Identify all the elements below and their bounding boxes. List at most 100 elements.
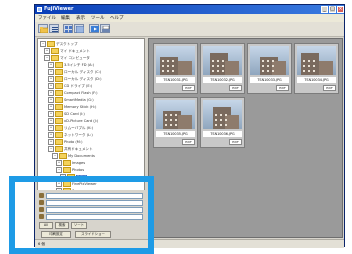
- folder-tree[interactable]: − デスクトップ + マイ ドキュメント − マイ コンピュータ +3.5インチ FD (A…: [37, 38, 145, 210]
- sort-button[interactable]: ソート: [71, 222, 87, 229]
- tree-item[interactable]: + リムーバブル (K:): [48, 125, 93, 131]
- expand-icon[interactable]: +: [48, 62, 54, 68]
- expand-icon[interactable]: −: [52, 153, 58, 159]
- maximize-button[interactable]: □: [329, 6, 336, 13]
- expand-icon[interactable]: +: [48, 118, 54, 124]
- photo-image: [250, 46, 289, 75]
- thumbnail-pane[interactable]: TSN10031.JPG EXIF TSN10032.JPG EXIF TSN10033…: [148, 38, 343, 238]
- tree-item[interactable]: + ローカル ディスク (C:): [48, 69, 101, 75]
- tree-item[interactable]: − デスクトップ: [40, 41, 78, 47]
- grid-icon[interactable]: [74, 24, 84, 33]
- print-icon[interactable]: [100, 24, 110, 33]
- field-row: [39, 207, 143, 213]
- title-bar: FujiViewer _ □ ×: [35, 5, 344, 14]
- slideshow-button[interactable]: スライドショー: [75, 231, 111, 238]
- close-button[interactable]: ×: [337, 6, 344, 13]
- tree-item[interactable]: + ローカル ディスク (D:): [48, 76, 102, 82]
- tree-item[interactable]: +3.5インチ FD (A:): [48, 62, 94, 68]
- expand-icon[interactable]: +: [48, 104, 54, 110]
- expand-icon[interactable]: −: [40, 41, 46, 47]
- expand-icon[interactable]: +: [48, 139, 54, 145]
- tree-item[interactable]: + マイ ドキュメント: [44, 48, 90, 54]
- tree-item-label: ローカル ディスク (D:): [64, 77, 102, 81]
- minimize-button[interactable]: _: [321, 6, 328, 13]
- expand-icon[interactable]: +: [48, 83, 54, 89]
- expand-icon[interactable]: +: [56, 160, 62, 166]
- status-text: 6 個: [38, 242, 46, 246]
- thumbnail-badge: EXIF: [229, 139, 242, 145]
- tree-item[interactable]: + SD Card (I:): [48, 111, 85, 117]
- search-button[interactable]: 検索: [55, 222, 69, 229]
- tree-item[interactable]: + ネットワーク (L:): [48, 132, 93, 138]
- thumbnail-filename: TSN10036.JPG: [203, 131, 242, 137]
- tree-item[interactable]: + Images: [56, 160, 85, 166]
- folder-icon: [55, 139, 63, 145]
- tree-item[interactable]: − マイ コンピュータ: [44, 55, 90, 61]
- expand-icon[interactable]: −: [56, 167, 62, 173]
- thumbnail-filename: TSN10033.JPG: [250, 77, 289, 83]
- tree-item[interactable]: + Compact Flash (F:): [48, 90, 98, 96]
- list-icon[interactable]: [49, 24, 59, 33]
- photo-thumbnail[interactable]: TSN10031.JPG EXIF: [153, 43, 198, 94]
- tag-icon: [39, 200, 44, 205]
- photo-thumbnail[interactable]: TSN10033.JPG EXIF: [247, 43, 292, 94]
- menu-view[interactable]: 表示: [76, 15, 85, 21]
- photo-thumbnail[interactable]: TSN10035.JPG EXIF: [153, 97, 198, 148]
- tree-item-label: SD Card (I:): [64, 112, 85, 116]
- tree-item-label: 3.5インチ FD (A:): [64, 63, 95, 67]
- tree-item-label: Memory Stick (H:): [64, 105, 97, 109]
- expand-icon[interactable]: +: [48, 97, 54, 103]
- tree-item-label: SmartMedia (G:): [64, 98, 94, 102]
- menu-tools[interactable]: ツール: [91, 15, 105, 21]
- folder-icon[interactable]: [38, 24, 48, 33]
- tree-item[interactable]: + DCIM: [60, 174, 88, 180]
- photo-image: [156, 46, 195, 75]
- thumbs-icon[interactable]: [63, 24, 73, 33]
- expand-icon[interactable]: −: [44, 55, 50, 61]
- photo-thumbnail[interactable]: TSN10036.JPG EXIF: [200, 97, 245, 148]
- menu-file[interactable]: ファイル: [38, 15, 56, 21]
- tree-item[interactable]: − My Documents: [52, 153, 95, 159]
- keyword-field-3[interactable]: [46, 207, 143, 213]
- expand-icon[interactable]: +: [48, 132, 54, 138]
- folder-icon: [55, 76, 63, 82]
- menu-help[interactable]: ヘルプ: [110, 15, 124, 21]
- expand-icon[interactable]: +: [44, 48, 50, 54]
- print-settings-button[interactable]: 印刷設定: [41, 231, 71, 238]
- photo-thumbnail[interactable]: TSN10032.JPG EXIF: [200, 43, 245, 94]
- thumbnail-badge: EXIF: [182, 85, 195, 91]
- expand-icon[interactable]: +: [60, 174, 66, 180]
- filter-all-button[interactable]: All: [39, 222, 53, 229]
- tree-item[interactable]: + CD ドライブ (E:): [48, 83, 92, 89]
- expand-icon[interactable]: +: [48, 90, 54, 96]
- tag-icon: [39, 193, 44, 198]
- menu-edit[interactable]: 編集: [61, 15, 70, 21]
- tree-item[interactable]: + SmartMedia (G:): [48, 97, 94, 103]
- tree-item-label: FinePixViewer: [72, 182, 97, 186]
- keyword-field-2[interactable]: [46, 200, 143, 206]
- tree-item[interactable]: − 共有ドキュメント: [48, 146, 93, 152]
- keyword-field-4[interactable]: [46, 214, 143, 220]
- expand-icon[interactable]: +: [56, 181, 62, 187]
- keyword-field-1[interactable]: [46, 193, 143, 199]
- tree-item[interactable]: − Photos: [56, 167, 84, 173]
- tree-item-label: 共有ドキュメント: [64, 147, 93, 151]
- app-icon: [37, 7, 42, 12]
- expand-icon[interactable]: −: [48, 146, 54, 152]
- expand-icon[interactable]: +: [48, 125, 54, 131]
- expand-icon[interactable]: +: [48, 76, 54, 82]
- tree-item[interactable]: + Memory Stick (H:): [48, 104, 96, 110]
- tree-item[interactable]: + Photo (M:): [48, 139, 83, 145]
- tree-item-label: DCIM: [76, 175, 88, 179]
- photo-thumbnail[interactable]: TSN10034.JPG EXIF: [294, 43, 339, 94]
- thumbnail-filename: TSN10035.JPG: [156, 131, 195, 137]
- tree-item[interactable]: + FinePixViewer: [56, 181, 97, 187]
- expand-icon[interactable]: +: [48, 111, 54, 117]
- photo-image: [297, 46, 336, 75]
- tree-item[interactable]: + xD-Picture Card (J:): [48, 118, 98, 124]
- folder-icon: [63, 181, 71, 187]
- slideshow-icon[interactable]: [89, 24, 99, 33]
- tree-item-label: Photos: [72, 168, 85, 172]
- expand-icon[interactable]: +: [48, 69, 54, 75]
- folder-icon: [55, 97, 63, 103]
